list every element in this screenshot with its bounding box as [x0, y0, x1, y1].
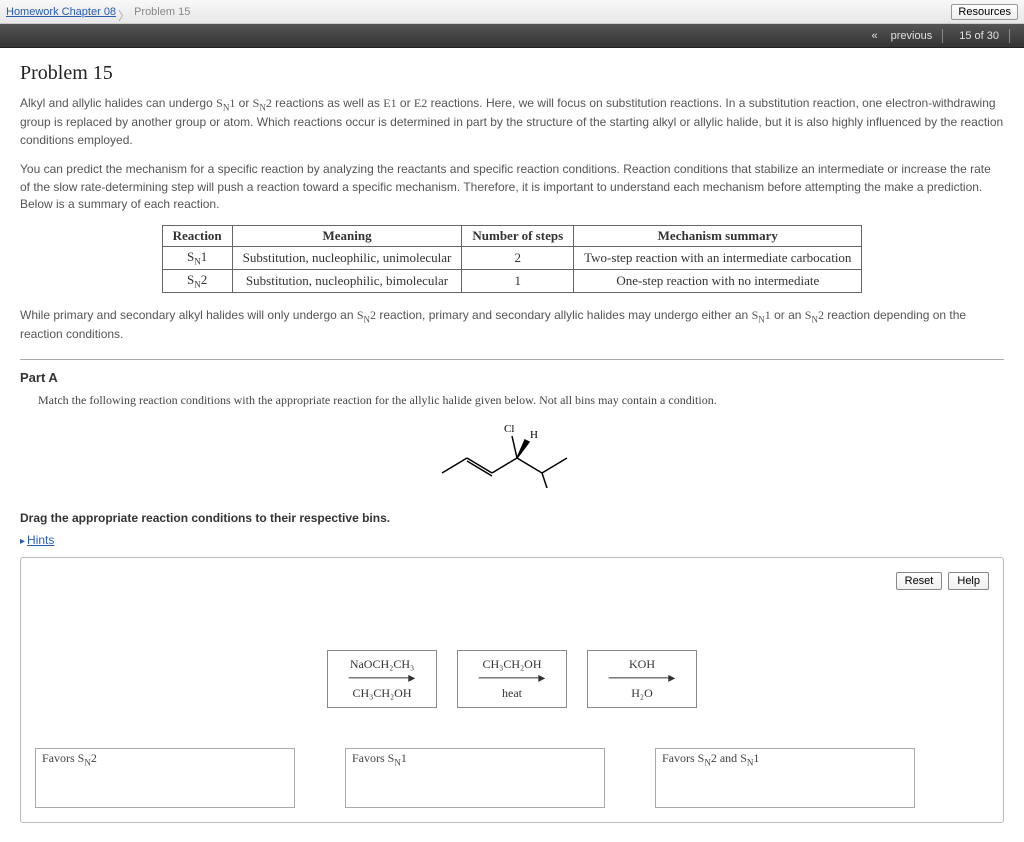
- t: 1: [401, 751, 407, 765]
- th-steps: Number of steps: [462, 226, 574, 247]
- nav-bar: « previous 15 of 30: [0, 24, 1024, 48]
- summary-table: Reaction Meaning Number of steps Mechani…: [162, 225, 863, 292]
- breadcrumb-home-label: Homework Chapter 08: [6, 6, 116, 18]
- t: 1: [201, 249, 208, 264]
- t: E1: [383, 96, 396, 110]
- previous-label: previous: [891, 30, 933, 42]
- t: S: [216, 96, 223, 110]
- chevron-right-icon: 〉: [118, 7, 130, 24]
- th-meaning: Meaning: [232, 226, 462, 247]
- caret-right-icon: ▸: [20, 536, 25, 547]
- previous-link[interactable]: « previous: [871, 30, 932, 42]
- reset-button[interactable]: Reset: [896, 572, 943, 590]
- part-a-instructions: Match the following reaction conditions …: [38, 393, 1004, 408]
- t: reaction, primary and secondary allylic …: [376, 308, 752, 322]
- divider: [942, 29, 943, 43]
- drag-instruction: Drag the appropriate reaction conditions…: [20, 511, 1004, 525]
- t: One-step reaction with no intermediate: [574, 269, 862, 292]
- t: or: [235, 96, 252, 110]
- part-a-heading: Part A: [20, 370, 1004, 385]
- bin-favors-sn1[interactable]: Favors SN1: [345, 748, 605, 808]
- t: 2: [201, 272, 208, 287]
- problem-title: Problem 15: [20, 62, 1004, 85]
- t: While primary and secondary alkyl halide…: [20, 308, 357, 322]
- condition-chip-2[interactable]: CH₃CH₂OH ──────▸ heat: [457, 650, 567, 708]
- t: E2: [414, 96, 427, 110]
- table-row: SN2 Substitution, nucleophilic, bimolecu…: [162, 269, 862, 292]
- chip-bottom: heat: [502, 686, 522, 700]
- bin-label: Favors SN2 and SN1: [662, 751, 759, 765]
- bin-favors-both[interactable]: Favors SN2 and SN1: [655, 748, 915, 808]
- breadcrumb-home-link[interactable]: Homework Chapter 08 〉: [6, 6, 130, 18]
- intro-paragraph-2: You can predict the mechanism for a spec…: [20, 161, 1004, 213]
- molecule-diagram: Cl H: [20, 418, 1004, 491]
- hints-toggle[interactable]: ▸Hints: [20, 533, 1004, 547]
- t: 2: [91, 751, 97, 765]
- breadcrumb-bar: Homework Chapter 08 〉 Problem 15 Resourc…: [0, 0, 1024, 24]
- t: S: [740, 751, 747, 765]
- t: 1: [462, 269, 574, 292]
- bin-label: Favors SN2: [42, 751, 97, 765]
- condition-chip-1[interactable]: NaOCH₂CH₃ ──────▸ CH₃CH₂OH: [327, 650, 437, 708]
- arrow-right-icon: ──────▸: [342, 674, 422, 684]
- resources-button[interactable]: Resources: [951, 4, 1018, 20]
- t: Substitution, nucleophilic, bimolecular: [232, 269, 462, 292]
- page-counter: 15 of 30: [959, 30, 999, 42]
- help-button[interactable]: Help: [948, 572, 989, 590]
- chip-top: KOH: [629, 657, 655, 671]
- chip-top: CH₃CH₂OH: [482, 657, 541, 671]
- intro-paragraph-3: While primary and secondary alkyl halide…: [20, 307, 1004, 344]
- arrow-right-icon: ──────▸: [472, 674, 552, 684]
- hints-label: Hints: [27, 533, 54, 547]
- chip-bottom: CH₃CH₂OH: [352, 686, 411, 700]
- divider: [1009, 29, 1010, 43]
- t: and: [717, 751, 740, 765]
- drag-drop-activity: Reset Help NaOCH₂CH₃ ──────▸ CH₃CH₂OH CH…: [20, 557, 1004, 823]
- t: Alkyl and allylic halides can undergo: [20, 96, 216, 110]
- t: Substitution, nucleophilic, unimolecular: [232, 247, 462, 270]
- breadcrumb-current: Problem 15: [134, 6, 190, 18]
- chip-top: NaOCH₂CH₃: [350, 657, 414, 671]
- t: Favors: [352, 751, 388, 765]
- t: Favors: [662, 751, 698, 765]
- molecule-cl-label: Cl: [504, 423, 514, 435]
- t: S: [357, 308, 364, 322]
- bin-favors-sn2[interactable]: Favors SN2: [35, 748, 295, 808]
- t: Favors: [42, 751, 78, 765]
- th-reaction: Reaction: [162, 226, 232, 247]
- t: or an: [771, 308, 805, 322]
- intro-paragraph-1: Alkyl and allylic halides can undergo SN…: [20, 95, 1004, 149]
- table-row: SN1 Substitution, nucleophilic, unimolec…: [162, 247, 862, 270]
- t: 1: [753, 751, 759, 765]
- chip-bottom: H₂O: [631, 686, 653, 700]
- section-divider: [20, 359, 1004, 360]
- bin-label: Favors SN1: [352, 751, 407, 765]
- arrow-right-icon: ──────▸: [602, 674, 682, 684]
- t: 2: [462, 247, 574, 270]
- t: Two-step reaction with an intermediate c…: [574, 247, 862, 270]
- th-summary: Mechanism summary: [574, 226, 862, 247]
- t: or: [397, 96, 414, 110]
- t: reactions as well as: [272, 96, 383, 110]
- condition-chip-3[interactable]: KOH ──────▸ H₂O: [587, 650, 697, 708]
- molecule-h-label: H: [530, 429, 538, 441]
